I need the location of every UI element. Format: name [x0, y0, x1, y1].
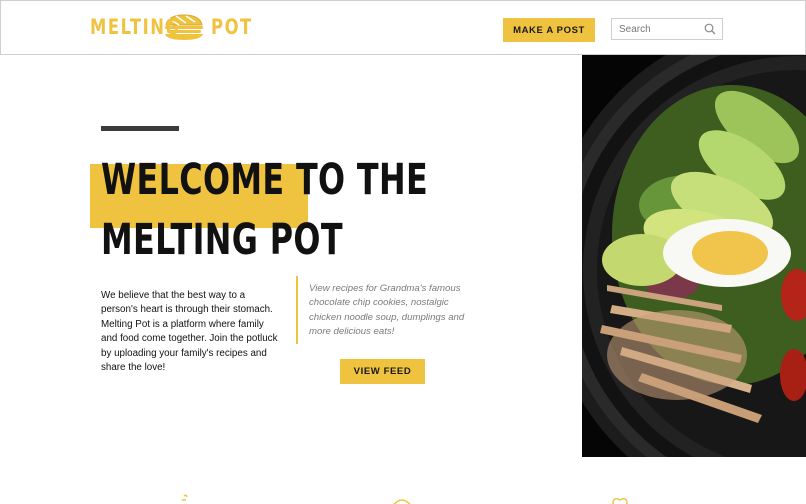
heart-icon: [612, 497, 628, 504]
chef-hat-icon: [182, 494, 188, 501]
hero-accent-bar: [101, 126, 179, 131]
hero-title-line-2: MELTING POT: [101, 215, 343, 265]
logo-text-right: POT: [211, 15, 253, 39]
salad-bowl-image: [582, 55, 806, 457]
site-header: MELTING POT MAKE A POST: [0, 0, 806, 55]
view-feed-button[interactable]: VIEW FEED: [340, 359, 425, 384]
quote-text: View recipes for Grandma's famous chocol…: [309, 283, 465, 338]
hero-title: WELCOME TO THE MELTING POT: [101, 150, 429, 270]
search-input[interactable]: [619, 23, 699, 35]
search-icon[interactable]: [704, 23, 716, 35]
quote-accent-bar: [296, 276, 298, 344]
hero-title-line-1: WELCOME TO THE: [101, 155, 429, 205]
make-a-post-button[interactable]: MAKE A POST: [503, 18, 595, 42]
site-logo[interactable]: MELTING POT: [90, 11, 251, 43]
intro-paragraph: We believe that the best way to a person…: [101, 290, 278, 374]
search-box[interactable]: [611, 18, 723, 40]
logo-text-left: MELTING: [90, 15, 181, 39]
cloche-icon: [393, 499, 411, 504]
